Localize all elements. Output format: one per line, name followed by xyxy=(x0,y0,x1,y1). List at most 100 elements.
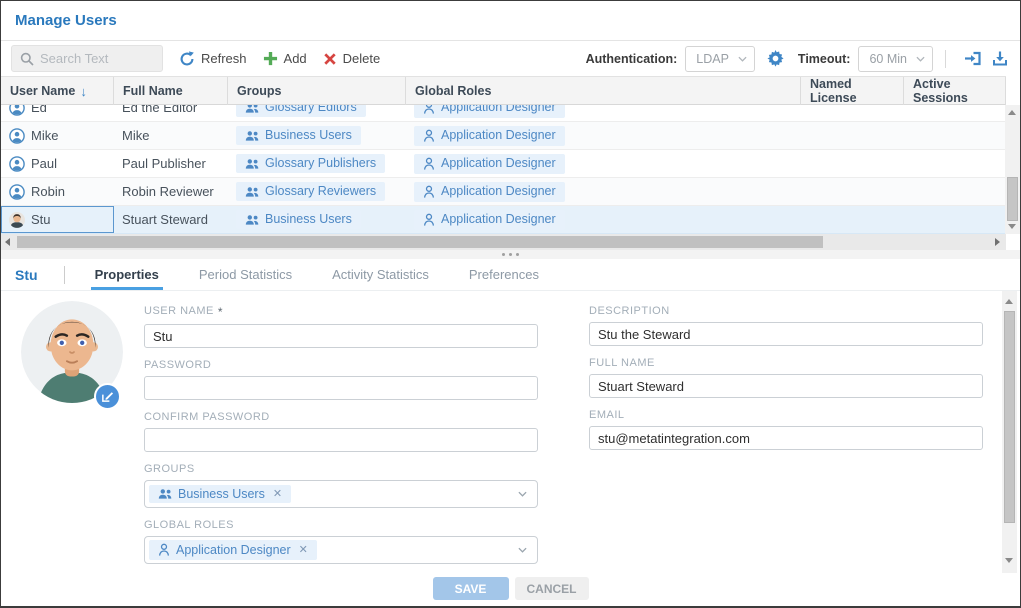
global-roles-dropdown[interactable]: Application Designer ✕ xyxy=(144,536,538,564)
edit-avatar-button[interactable] xyxy=(94,383,121,410)
refresh-button[interactable]: Refresh xyxy=(179,51,247,67)
add-label: Add xyxy=(284,51,307,66)
remove-chip-icon[interactable]: ✕ xyxy=(299,545,308,556)
group-icon xyxy=(245,130,259,142)
panel-vertical-scrollbar[interactable] xyxy=(1002,291,1017,573)
search-input[interactable] xyxy=(40,51,148,66)
group-chip: Glossary Publishers xyxy=(236,154,385,173)
cancel-button[interactable]: CANCEL xyxy=(515,577,589,600)
scroll-up-icon[interactable] xyxy=(1008,110,1016,115)
global-roles-chip: Application Designer ✕ xyxy=(149,540,317,560)
settings-gear-icon[interactable] xyxy=(767,50,784,67)
description-field[interactable] xyxy=(589,322,983,346)
role-icon xyxy=(423,157,435,171)
detail-panel-header: Stu Properties Period Statistics Activit… xyxy=(1,259,1020,291)
description-label: DESCRIPTION xyxy=(589,305,983,317)
authentication-label: Authentication: xyxy=(586,52,678,66)
table-row-paul[interactable]: Paul Paul Publisher Glossary Publishers … xyxy=(1,150,1006,178)
table-body: Ed Ed the Editor Glossary Editors Applic… xyxy=(1,105,1006,234)
column-header-full-name[interactable]: Full Name xyxy=(114,77,228,105)
scroll-left-icon[interactable] xyxy=(5,238,10,246)
table-horizontal-scrollbar[interactable] xyxy=(1,234,1006,250)
search-icon xyxy=(20,52,34,66)
email-label: EMAIL xyxy=(589,409,983,421)
avatar xyxy=(21,301,123,403)
timeout-value: 60 Min xyxy=(869,52,907,66)
role-chip: Application Designer xyxy=(414,210,565,230)
tab-preferences[interactable]: Preferences xyxy=(449,259,559,290)
download-icon[interactable] xyxy=(990,48,1010,69)
table-header: User Name ↓ Full Name Groups Global Role… xyxy=(1,76,1006,105)
role-icon xyxy=(423,105,435,115)
table-row-mike[interactable]: Mike Mike Business Users Application Des… xyxy=(1,122,1006,150)
groups-chip: Business Users ✕ xyxy=(149,485,291,504)
delete-label: Delete xyxy=(343,51,381,66)
user-icon xyxy=(9,128,25,144)
group-chip: Glossary Editors xyxy=(236,105,366,117)
chevron-down-icon xyxy=(518,491,527,497)
chevron-down-icon xyxy=(916,56,925,62)
email-field[interactable] xyxy=(589,426,983,450)
delete-button[interactable]: Delete xyxy=(323,51,381,66)
table-vscroll-thumb[interactable] xyxy=(1007,177,1018,221)
table-vertical-scrollbar[interactable] xyxy=(1005,105,1020,234)
full-name-field[interactable] xyxy=(589,374,983,398)
header-divider xyxy=(64,266,65,284)
column-header-named-license[interactable]: Named License xyxy=(801,77,904,105)
timeout-select[interactable]: 60 Min xyxy=(858,46,933,72)
scroll-down-icon[interactable] xyxy=(1008,224,1016,229)
panel-vscroll-thumb[interactable] xyxy=(1004,311,1015,523)
plus-icon xyxy=(263,51,278,66)
chevron-down-icon xyxy=(518,547,527,553)
remove-chip-icon[interactable]: ✕ xyxy=(273,489,282,500)
role-icon xyxy=(158,543,170,557)
properties-form: USER NAME * PASSWORD CONFIRM PASSWORD GR… xyxy=(1,291,999,573)
login-sessions-icon[interactable] xyxy=(962,48,984,69)
confirm-password-field[interactable] xyxy=(144,428,538,452)
focused-cell[interactable]: Stu xyxy=(1,206,114,233)
full-name-label: FULL NAME xyxy=(589,357,983,369)
search-box[interactable] xyxy=(11,45,163,72)
authentication-value: LDAP xyxy=(696,52,729,66)
groups-label: GROUPS xyxy=(144,463,538,475)
title-bar: Manage Users xyxy=(1,1,1020,41)
scroll-right-icon[interactable] xyxy=(995,238,1000,246)
save-button[interactable]: SAVE xyxy=(433,577,509,600)
form-footer: SAVE CANCEL xyxy=(1,573,1020,607)
column-header-user-name[interactable]: User Name ↓ xyxy=(1,77,114,105)
groups-dropdown[interactable]: Business Users ✕ xyxy=(144,480,538,508)
table-row-ed[interactable]: Ed Ed the Editor Glossary Editors Applic… xyxy=(1,105,1006,122)
global-roles-label: GLOBAL ROLES xyxy=(144,519,538,531)
toolbar-divider xyxy=(945,50,946,68)
tab-properties[interactable]: Properties xyxy=(75,259,179,290)
refresh-label: Refresh xyxy=(201,51,247,66)
user-icon xyxy=(9,156,25,172)
stu-avatar-mini-icon xyxy=(9,212,25,228)
scroll-up-icon[interactable] xyxy=(1005,299,1013,304)
scroll-down-icon[interactable] xyxy=(1005,558,1013,563)
password-field[interactable] xyxy=(144,376,538,400)
column-header-global-roles[interactable]: Global Roles xyxy=(406,77,801,105)
manage-users-window: Manage Users Refresh Add xyxy=(0,0,1021,608)
tab-period-statistics[interactable]: Period Statistics xyxy=(179,259,312,290)
detail-title: Stu xyxy=(1,259,64,290)
group-chip: Glossary Reviewers xyxy=(236,182,385,201)
table-row-stu-selected[interactable]: Stu Stuart Steward Business Users Applic… xyxy=(1,206,1006,234)
group-icon xyxy=(245,186,259,198)
password-label: PASSWORD xyxy=(144,359,538,371)
table-hscroll-thumb[interactable] xyxy=(17,236,823,248)
group-icon xyxy=(245,214,259,226)
table-row-robin[interactable]: Robin Robin Reviewer Glossary Reviewers … xyxy=(1,178,1006,206)
user-icon xyxy=(9,105,25,116)
column-header-groups[interactable]: Groups xyxy=(228,77,406,105)
authentication-select[interactable]: LDAP xyxy=(685,46,755,72)
refresh-icon xyxy=(179,51,195,67)
tab-activity-statistics[interactable]: Activity Statistics xyxy=(312,259,449,290)
column-header-active-sessions[interactable]: Active Sessions xyxy=(904,77,1006,105)
add-button[interactable]: Add xyxy=(263,51,307,66)
form-left-column: USER NAME * PASSWORD CONFIRM PASSWORD GR… xyxy=(144,291,538,573)
required-asterisk: * xyxy=(218,305,223,319)
delete-x-icon xyxy=(323,52,337,66)
user-name-field[interactable] xyxy=(144,324,538,348)
panel-splitter[interactable] xyxy=(1,250,1020,259)
